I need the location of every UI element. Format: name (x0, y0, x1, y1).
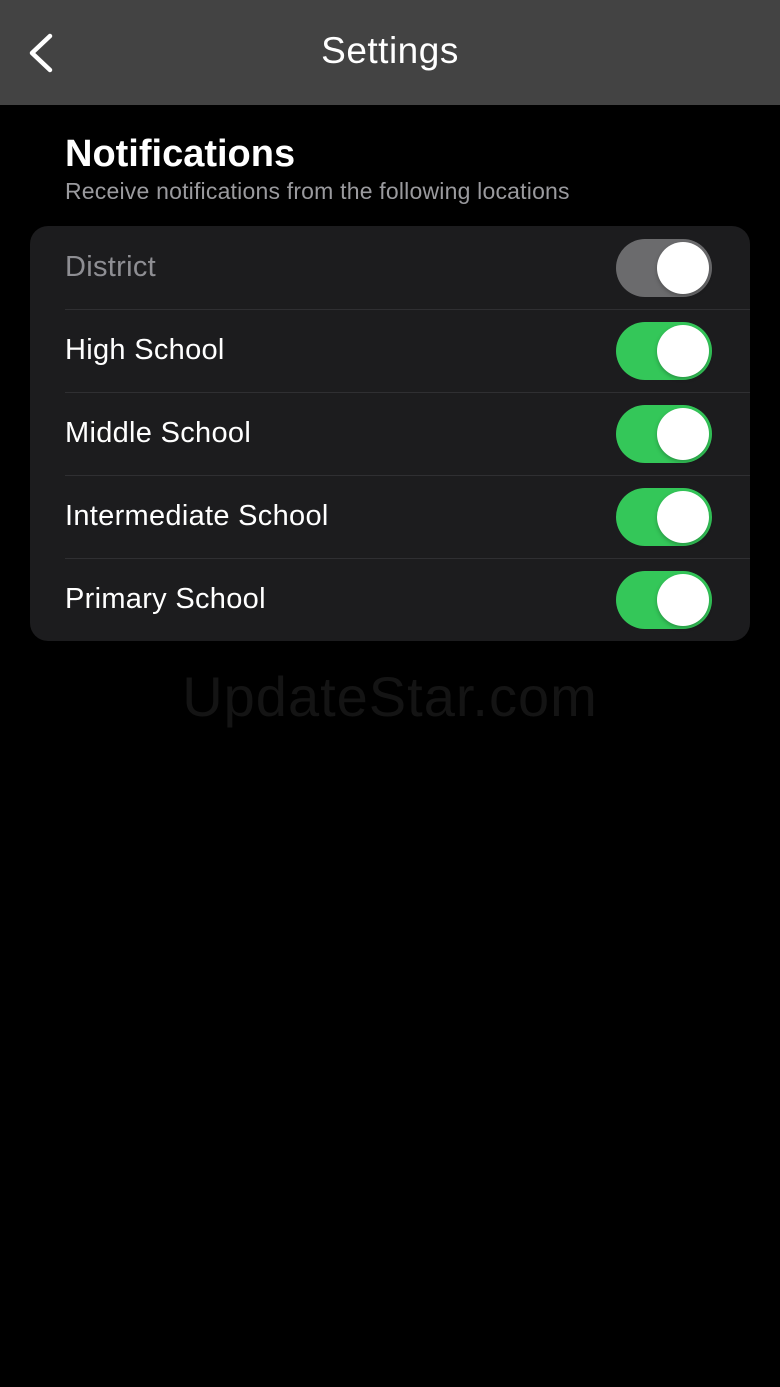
district-toggle[interactable] (616, 239, 712, 297)
high-school-toggle[interactable] (616, 322, 712, 380)
watermark: UpdateStar.com (182, 665, 598, 728)
notification-locations-list: District High School Middle School Inter… (30, 226, 750, 641)
toggle-knob (657, 491, 709, 543)
list-item-label: Middle School (65, 417, 252, 449)
list-item-middle-school: Middle School (30, 392, 750, 475)
list-item-primary-school: Primary School (30, 558, 750, 641)
toggle-knob (657, 242, 709, 294)
navigation-bar: Settings (0, 0, 780, 105)
list-item-intermediate-school: Intermediate School (30, 475, 750, 558)
list-item-label: District (65, 251, 156, 283)
section-title: Notifications (65, 133, 296, 175)
page-title: Settings (321, 30, 459, 71)
list-item-district: District (30, 226, 750, 309)
list-item-label: Primary School (65, 583, 266, 615)
toggle-knob (657, 574, 709, 626)
middle-school-toggle[interactable] (616, 405, 712, 463)
section-subtitle: Receive notifications from the following… (65, 178, 570, 204)
list-item-label: High School (65, 334, 225, 366)
toggle-knob (657, 325, 709, 377)
intermediate-school-toggle[interactable] (616, 488, 712, 546)
list-item-high-school: High School (30, 309, 750, 392)
toggle-knob (657, 408, 709, 460)
primary-school-toggle[interactable] (616, 571, 712, 629)
list-item-label: Intermediate School (65, 500, 329, 532)
